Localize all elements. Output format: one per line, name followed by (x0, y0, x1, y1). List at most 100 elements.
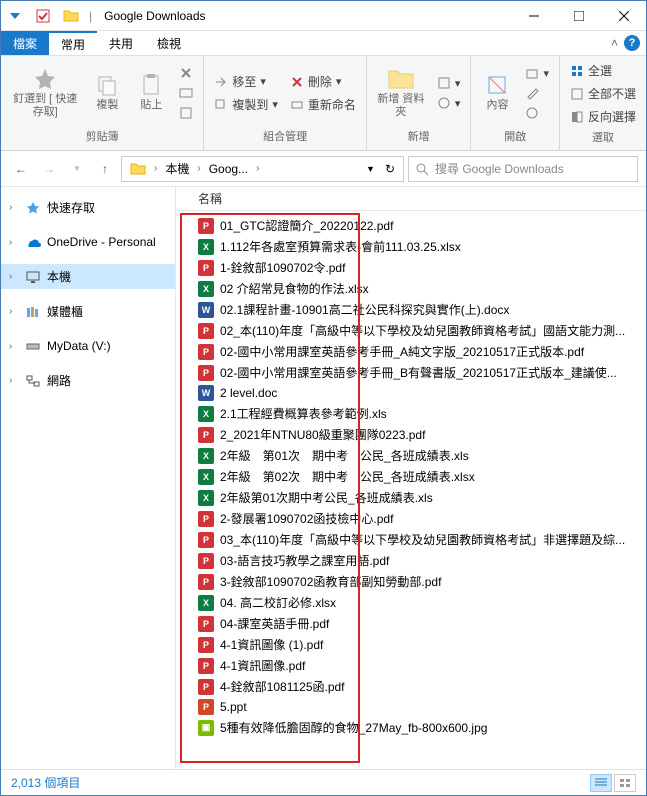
sidebar: ›快速存取 ›OneDrive - Personal ›本機 ›媒體櫃 ›MyD… (1, 187, 176, 769)
search-input[interactable]: 搜尋 Google Downloads (408, 156, 638, 182)
pin-button[interactable]: 釘選到 [ 快速存取] (7, 65, 83, 121)
breadcrumb[interactable]: › 本機 › Goog... › ▼ ↻ (121, 156, 404, 182)
file-name: 02_本(110)年度「高級中等以下學校及幼兒園教師資格考試」國語文能力測... (220, 322, 625, 339)
file-row[interactable]: P5.ppt (176, 697, 646, 717)
file-row[interactable]: P04-課室英語手冊.pdf (176, 613, 646, 634)
nav-bar: ← → ▼ ↑ › 本機 › Goog... › ▼ ↻ 搜尋 Google D… (1, 151, 646, 187)
tab-view[interactable]: 檢視 (145, 31, 193, 55)
file-name: 5種有效降低膽固醇的食物_27May_fb-800x600.jpg (220, 719, 487, 736)
column-header-name[interactable]: 名稱 (176, 187, 646, 211)
delete-button[interactable]: 刪除 ▾ (286, 71, 360, 92)
group-select-label: 選取 (566, 127, 640, 147)
pdf-icon: P (198, 365, 214, 381)
rename-button[interactable]: 重新命名 (286, 94, 360, 115)
details-view-button[interactable] (590, 774, 612, 792)
file-row[interactable]: W2 level.doc (176, 383, 646, 403)
sidebar-item-quick-access[interactable]: ›快速存取 (1, 195, 175, 220)
new-item-button[interactable]: ▾ (433, 74, 465, 92)
chevron-right-icon[interactable]: › (152, 163, 159, 174)
file-row[interactable]: P03-語言技巧教學之課室用語.pdf (176, 550, 646, 571)
properties-button[interactable]: 內容 (477, 71, 517, 114)
docx-icon: W (198, 302, 214, 318)
select-none-button[interactable]: 全部不選 (566, 83, 640, 104)
file-row[interactable]: P4-銓敘部1081125函.pdf (176, 676, 646, 697)
history-button[interactable] (521, 104, 553, 122)
sidebar-item-pc[interactable]: ›本機 (1, 264, 175, 289)
copy-path-button[interactable] (175, 84, 197, 102)
file-row[interactable]: P1-銓敘部1090702令.pdf (176, 257, 646, 278)
edit-button[interactable] (521, 84, 553, 102)
paste-button[interactable]: 貼上 (131, 71, 171, 114)
group-open-label: 開啟 (477, 126, 553, 146)
file-row[interactable]: P2_2021年NTNU80級重聚團隊0223.pdf (176, 424, 646, 445)
file-name: 1-銓敘部1090702令.pdf (220, 259, 345, 276)
invert-selection-button[interactable]: 反向選擇 (566, 106, 640, 127)
xlsx-icon: X (198, 469, 214, 485)
file-row[interactable]: X1.112年各處室預算需求表-會前111.03.25.xlsx (176, 236, 646, 257)
sidebar-item-mydata[interactable]: ›MyData (V:) (1, 334, 175, 358)
doc-icon: W (198, 385, 214, 401)
pdf-icon: P (198, 553, 214, 569)
dropdown-icon[interactable]: ▼ (362, 157, 379, 181)
maximize-button[interactable] (556, 1, 601, 30)
minimize-button[interactable] (511, 1, 556, 30)
file-row[interactable]: P01_GTC認證簡介_20220122.pdf (176, 215, 646, 236)
xls-icon: X (198, 490, 214, 506)
copy-to-button[interactable]: 複製到 ▾ (210, 94, 282, 115)
file-row[interactable]: W02.1課程計畫-10901高二社公民科探究與實作(上).docx (176, 299, 646, 320)
search-icon (415, 162, 429, 176)
sidebar-item-onedrive[interactable]: ›OneDrive - Personal (1, 230, 175, 254)
forward-button[interactable]: → (37, 157, 61, 181)
tab-file[interactable]: 檔案 (1, 31, 49, 55)
paste-shortcut-button[interactable] (175, 104, 197, 122)
file-row[interactable]: P4-1資訊圖像 (1).pdf (176, 634, 646, 655)
group-new-label: 新增 (373, 126, 465, 146)
file-row[interactable]: ▣5種有效降低膽固醇的食物_27May_fb-800x600.jpg (176, 717, 646, 738)
sidebar-item-network[interactable]: ›網路 (1, 368, 175, 393)
move-to-button[interactable]: 移至 ▾ (210, 71, 282, 92)
search-placeholder: 搜尋 Google Downloads (435, 160, 564, 177)
tab-share[interactable]: 共用 (97, 31, 145, 55)
file-row[interactable]: X2.1工程經費概算表參考範例.xls (176, 403, 646, 424)
file-row[interactable]: P 3-銓敘部1090702函教育部副知勞動部.pdf (176, 571, 646, 592)
file-row[interactable]: X2年級第01次期中考公民_各班成績表.xls (176, 487, 646, 508)
close-button[interactable] (601, 1, 646, 30)
file-row[interactable]: P4-1資訊圖像.pdf (176, 655, 646, 676)
folder-icon (126, 157, 150, 181)
breadcrumb-pc[interactable]: 本機 (161, 157, 193, 181)
tab-home[interactable]: 常用 (49, 31, 97, 55)
file-row[interactable]: X02 介紹常見食物的作法.xlsx (176, 278, 646, 299)
cut-button[interactable] (175, 64, 197, 82)
file-row[interactable]: P2-發展署1090702函技檢中心.pdf (176, 508, 646, 529)
file-row[interactable]: P03_本(110)年度「高級中等以下學校及幼兒園教師資格考試」非選擇題及綜..… (176, 529, 646, 550)
chevron-up-icon[interactable]: ˄ (611, 36, 618, 50)
icons-view-button[interactable] (614, 774, 636, 792)
file-row[interactable]: P02-國中小常用課室英語參考手冊_A純文字版_20210517正式版本.pdf (176, 341, 646, 362)
file-row[interactable]: X2年級 第02次 期中考 公民_各班成績表.xlsx (176, 466, 646, 487)
help-icon[interactable]: ? (624, 35, 640, 51)
file-row[interactable]: P 02-國中小常用課室英語參考手冊_B有聲書版_20210517正式版本_建議使… (176, 362, 646, 383)
file-row[interactable]: X2年級 第01次 期中考 公民_各班成績表.xls (176, 445, 646, 466)
checkbox-icon[interactable] (33, 6, 53, 26)
chevron-right-icon[interactable]: › (195, 163, 202, 174)
open-button[interactable]: ▾ (521, 64, 553, 82)
back-button[interactable]: ← (9, 157, 33, 181)
select-all-button[interactable]: 全選 (566, 60, 640, 81)
file-row[interactable]: P02_本(110)年度「高級中等以下學校及幼兒園教師資格考試」國語文能力測..… (176, 320, 646, 341)
easy-access-button[interactable]: ▾ (433, 94, 465, 112)
new-folder-button[interactable]: 新增 資料夾 (373, 65, 429, 121)
file-name: 02-國中小常用課室英語參考手冊_B有聲書版_20210517正式版本_建議使.… (220, 364, 617, 381)
sidebar-item-libraries[interactable]: ›媒體櫃 (1, 299, 175, 324)
file-row[interactable]: X04. 高二校訂必修.xlsx (176, 592, 646, 613)
pdf-icon: P (198, 637, 214, 653)
file-name: 3-銓敘部1090702函教育部副知勞動部.pdf (220, 573, 441, 590)
cloud-icon (25, 234, 41, 250)
copy-button[interactable]: 複製 (87, 71, 127, 114)
chevron-right-icon[interactable]: › (254, 163, 261, 174)
up-button[interactable]: ↑ (93, 157, 117, 181)
down-arrow-icon[interactable] (5, 6, 25, 26)
breadcrumb-folder[interactable]: Goog... (205, 157, 252, 181)
recent-dropdown[interactable]: ▼ (65, 157, 89, 181)
pdf-icon: P (198, 574, 214, 590)
refresh-button[interactable]: ↻ (381, 157, 399, 181)
